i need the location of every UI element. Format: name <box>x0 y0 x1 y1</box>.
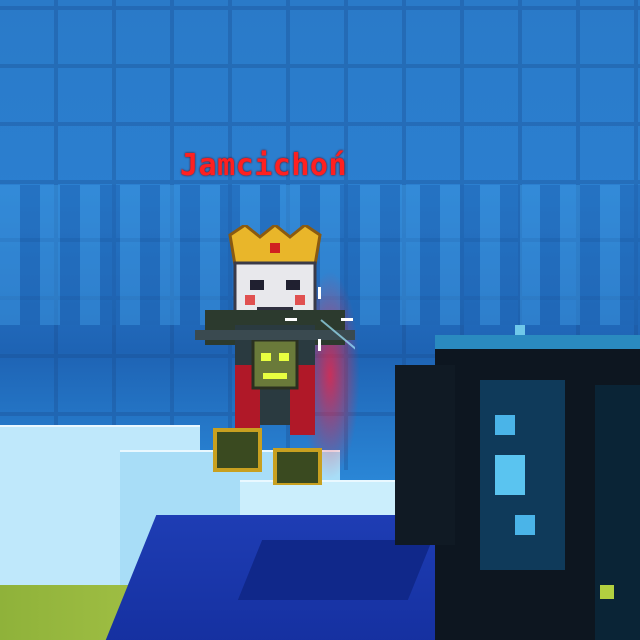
crosshair-icon <box>285 287 355 351</box>
first-person-weapon <box>395 325 640 640</box>
enemy-player-avatar[interactable] <box>195 225 355 485</box>
enemy-name-label: Jamcichoń <box>180 148 348 183</box>
game-viewport[interactable]: Jamcichoń <box>0 0 640 640</box>
